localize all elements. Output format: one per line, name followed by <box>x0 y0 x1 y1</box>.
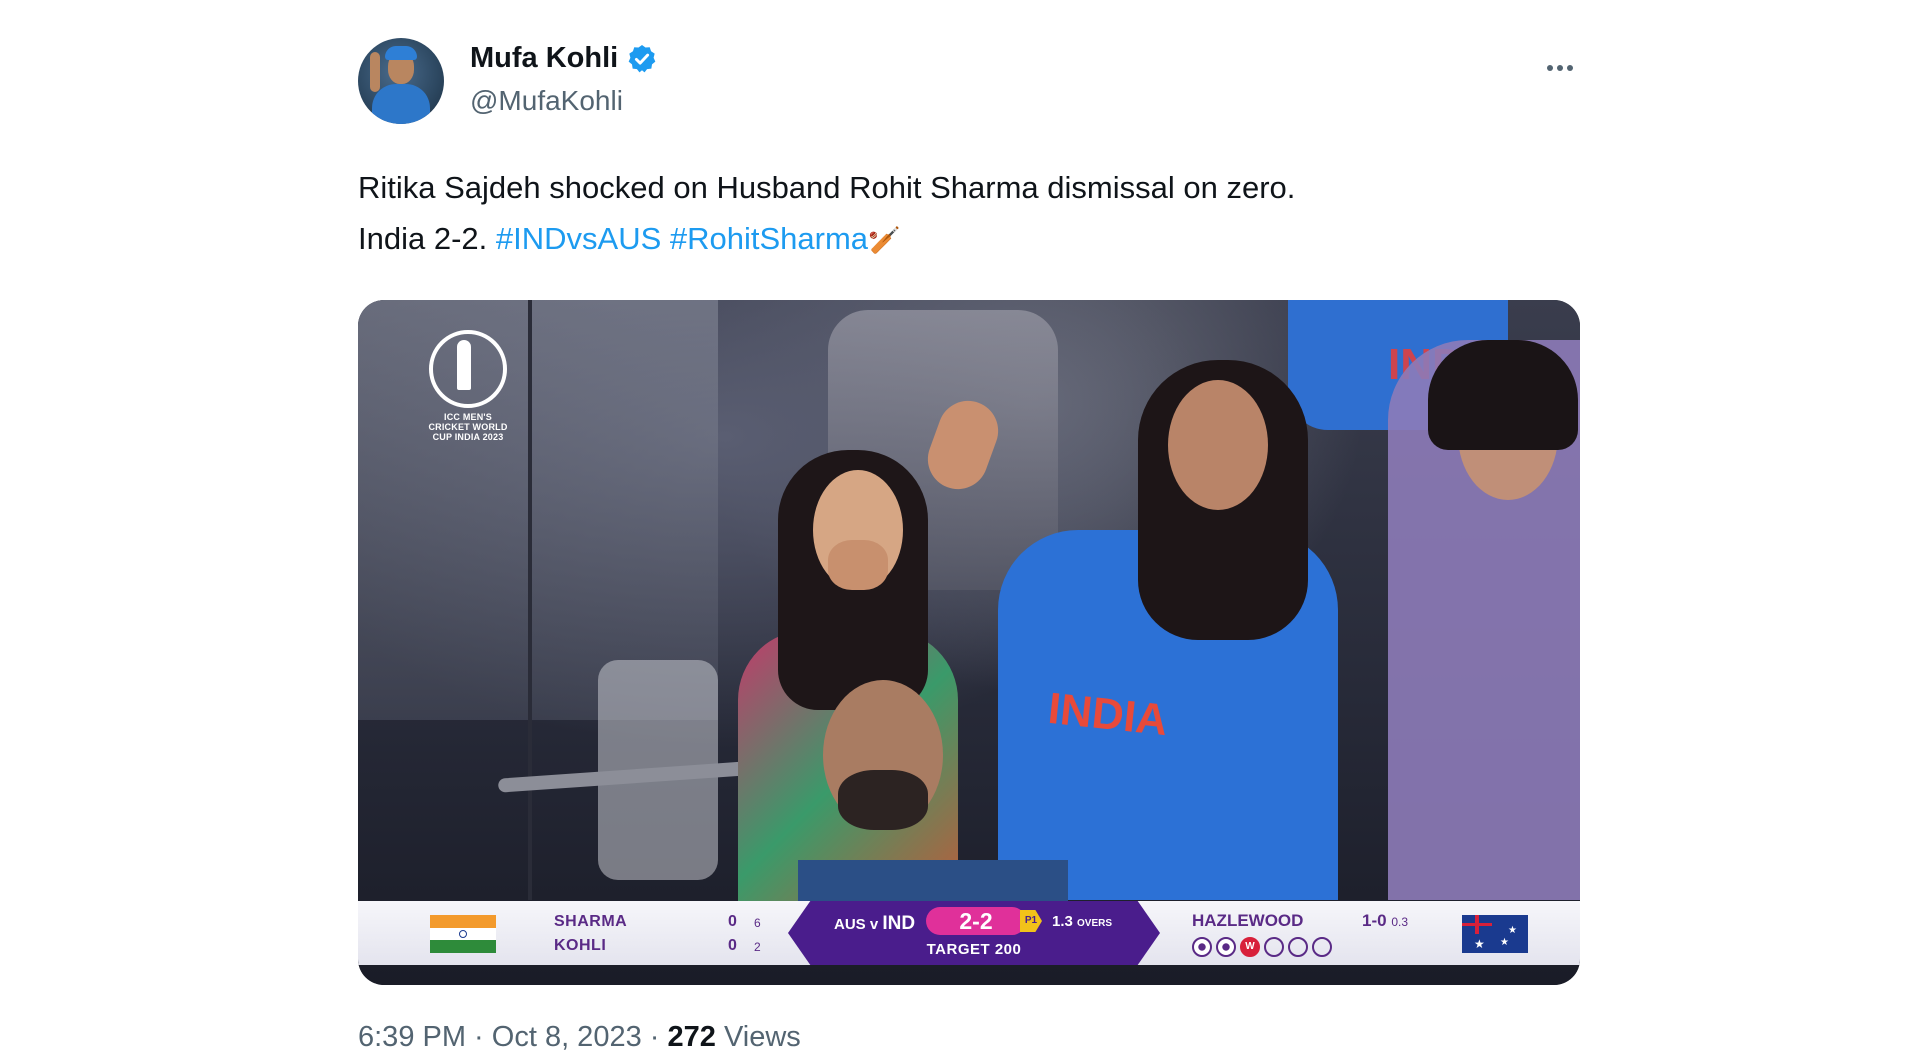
india-flag-icon <box>430 915 496 953</box>
australia-flag-icon: ★ ★ ★ <box>1462 915 1528 953</box>
hashtag-rohitsharma[interactable]: #RohitSharma <box>670 221 868 256</box>
batter1-name: SHARMA <box>554 913 628 930</box>
bowling-panel: HAZLEWOOD 1-0 0.3 W <box>1166 905 1456 961</box>
batter2-runs: 0 <box>728 937 737 954</box>
batting-panel: SHARMA 0 6 KOHLI 0 2 <box>516 905 786 961</box>
ball-dot <box>1192 937 1212 957</box>
cricket-icon: 🏏 <box>868 225 901 255</box>
author-name[interactable]: Mufa Kohli <box>470 42 618 75</box>
batter2-balls: 2 <box>754 940 761 954</box>
ball-wicket: W <box>1240 937 1260 957</box>
tweet-timestamp[interactable]: 6:39 PM · Oct 8, 2023 · <box>358 1021 659 1053</box>
more-options-icon[interactable] <box>1540 48 1580 88</box>
overs-count: 1.3 OVERS <box>1052 913 1113 930</box>
tweet-text-prefix: India 2-2. <box>358 221 488 256</box>
tweet-media-image[interactable]: INDI INDIA ICC MEN'S CRICKET WORLD CUP I… <box>358 300 1580 985</box>
world-cup-logo-text: ICC MEN'S CRICKET WORLD CUP INDIA 2023 <box>428 412 508 442</box>
ball-empty <box>1312 937 1332 957</box>
ball-empty <box>1264 937 1284 957</box>
bowler-name: HAZLEWOOD <box>1192 911 1304 930</box>
bowler-figures: 1-0 0.3 <box>1362 911 1408 930</box>
tweet-meta: 6:39 PM · Oct 8, 2023 · 272 Views <box>358 1021 1580 1054</box>
author-handle[interactable]: @MufaKohli <box>470 85 658 117</box>
views-count: 272 <box>667 1021 716 1053</box>
team-score: 2-2 <box>926 907 1026 935</box>
ball-empty <box>1288 937 1308 957</box>
batter1-runs: 0 <box>728 913 737 930</box>
ball-dot <box>1216 937 1236 957</box>
author-info: Mufa Kohli @MufaKohli <box>470 42 658 117</box>
tweet-header: Mufa Kohli @MufaKohli <box>358 38 1580 128</box>
views-label: Views <box>723 1021 801 1053</box>
author-avatar[interactable] <box>358 38 444 124</box>
tweet-text: Ritika Sajdeh shocked on Husband Rohit S… <box>358 162 1580 266</box>
verified-badge-icon <box>628 44 656 72</box>
batter1-balls: 6 <box>754 916 761 930</box>
match-score-panel: AUS v IND 2-2 P1 1.3 OVERS TARGET 200 <box>788 901 1160 965</box>
batter2-name: KOHLI <box>554 937 607 954</box>
scoreboard: SHARMA 0 6 KOHLI 0 2 AUS v IND 2-2 P1 1.… <box>358 901 1580 965</box>
tweet-card: Mufa Kohli @MufaKohli Ritika Sajdeh shoc… <box>358 38 1580 1054</box>
target-label: TARGET 200 <box>926 941 1022 958</box>
ball-by-ball: W <box>1192 937 1332 957</box>
hashtag-indvsaus[interactable]: #INDvsAUS <box>496 221 661 256</box>
powerplay-badge: P1 <box>1020 910 1042 932</box>
tweet-text-line1: Ritika Sajdeh shocked on Husband Rohit S… <box>358 170 1296 205</box>
trophy-icon <box>429 330 507 408</box>
world-cup-logo: ICC MEN'S CRICKET WORLD CUP INDIA 2023 <box>428 330 508 450</box>
teams-label: AUS v IND <box>834 913 916 934</box>
tweet-text-line2: India 2-2. #INDvsAUS #RohitSharma🏏 <box>358 213 1580 266</box>
